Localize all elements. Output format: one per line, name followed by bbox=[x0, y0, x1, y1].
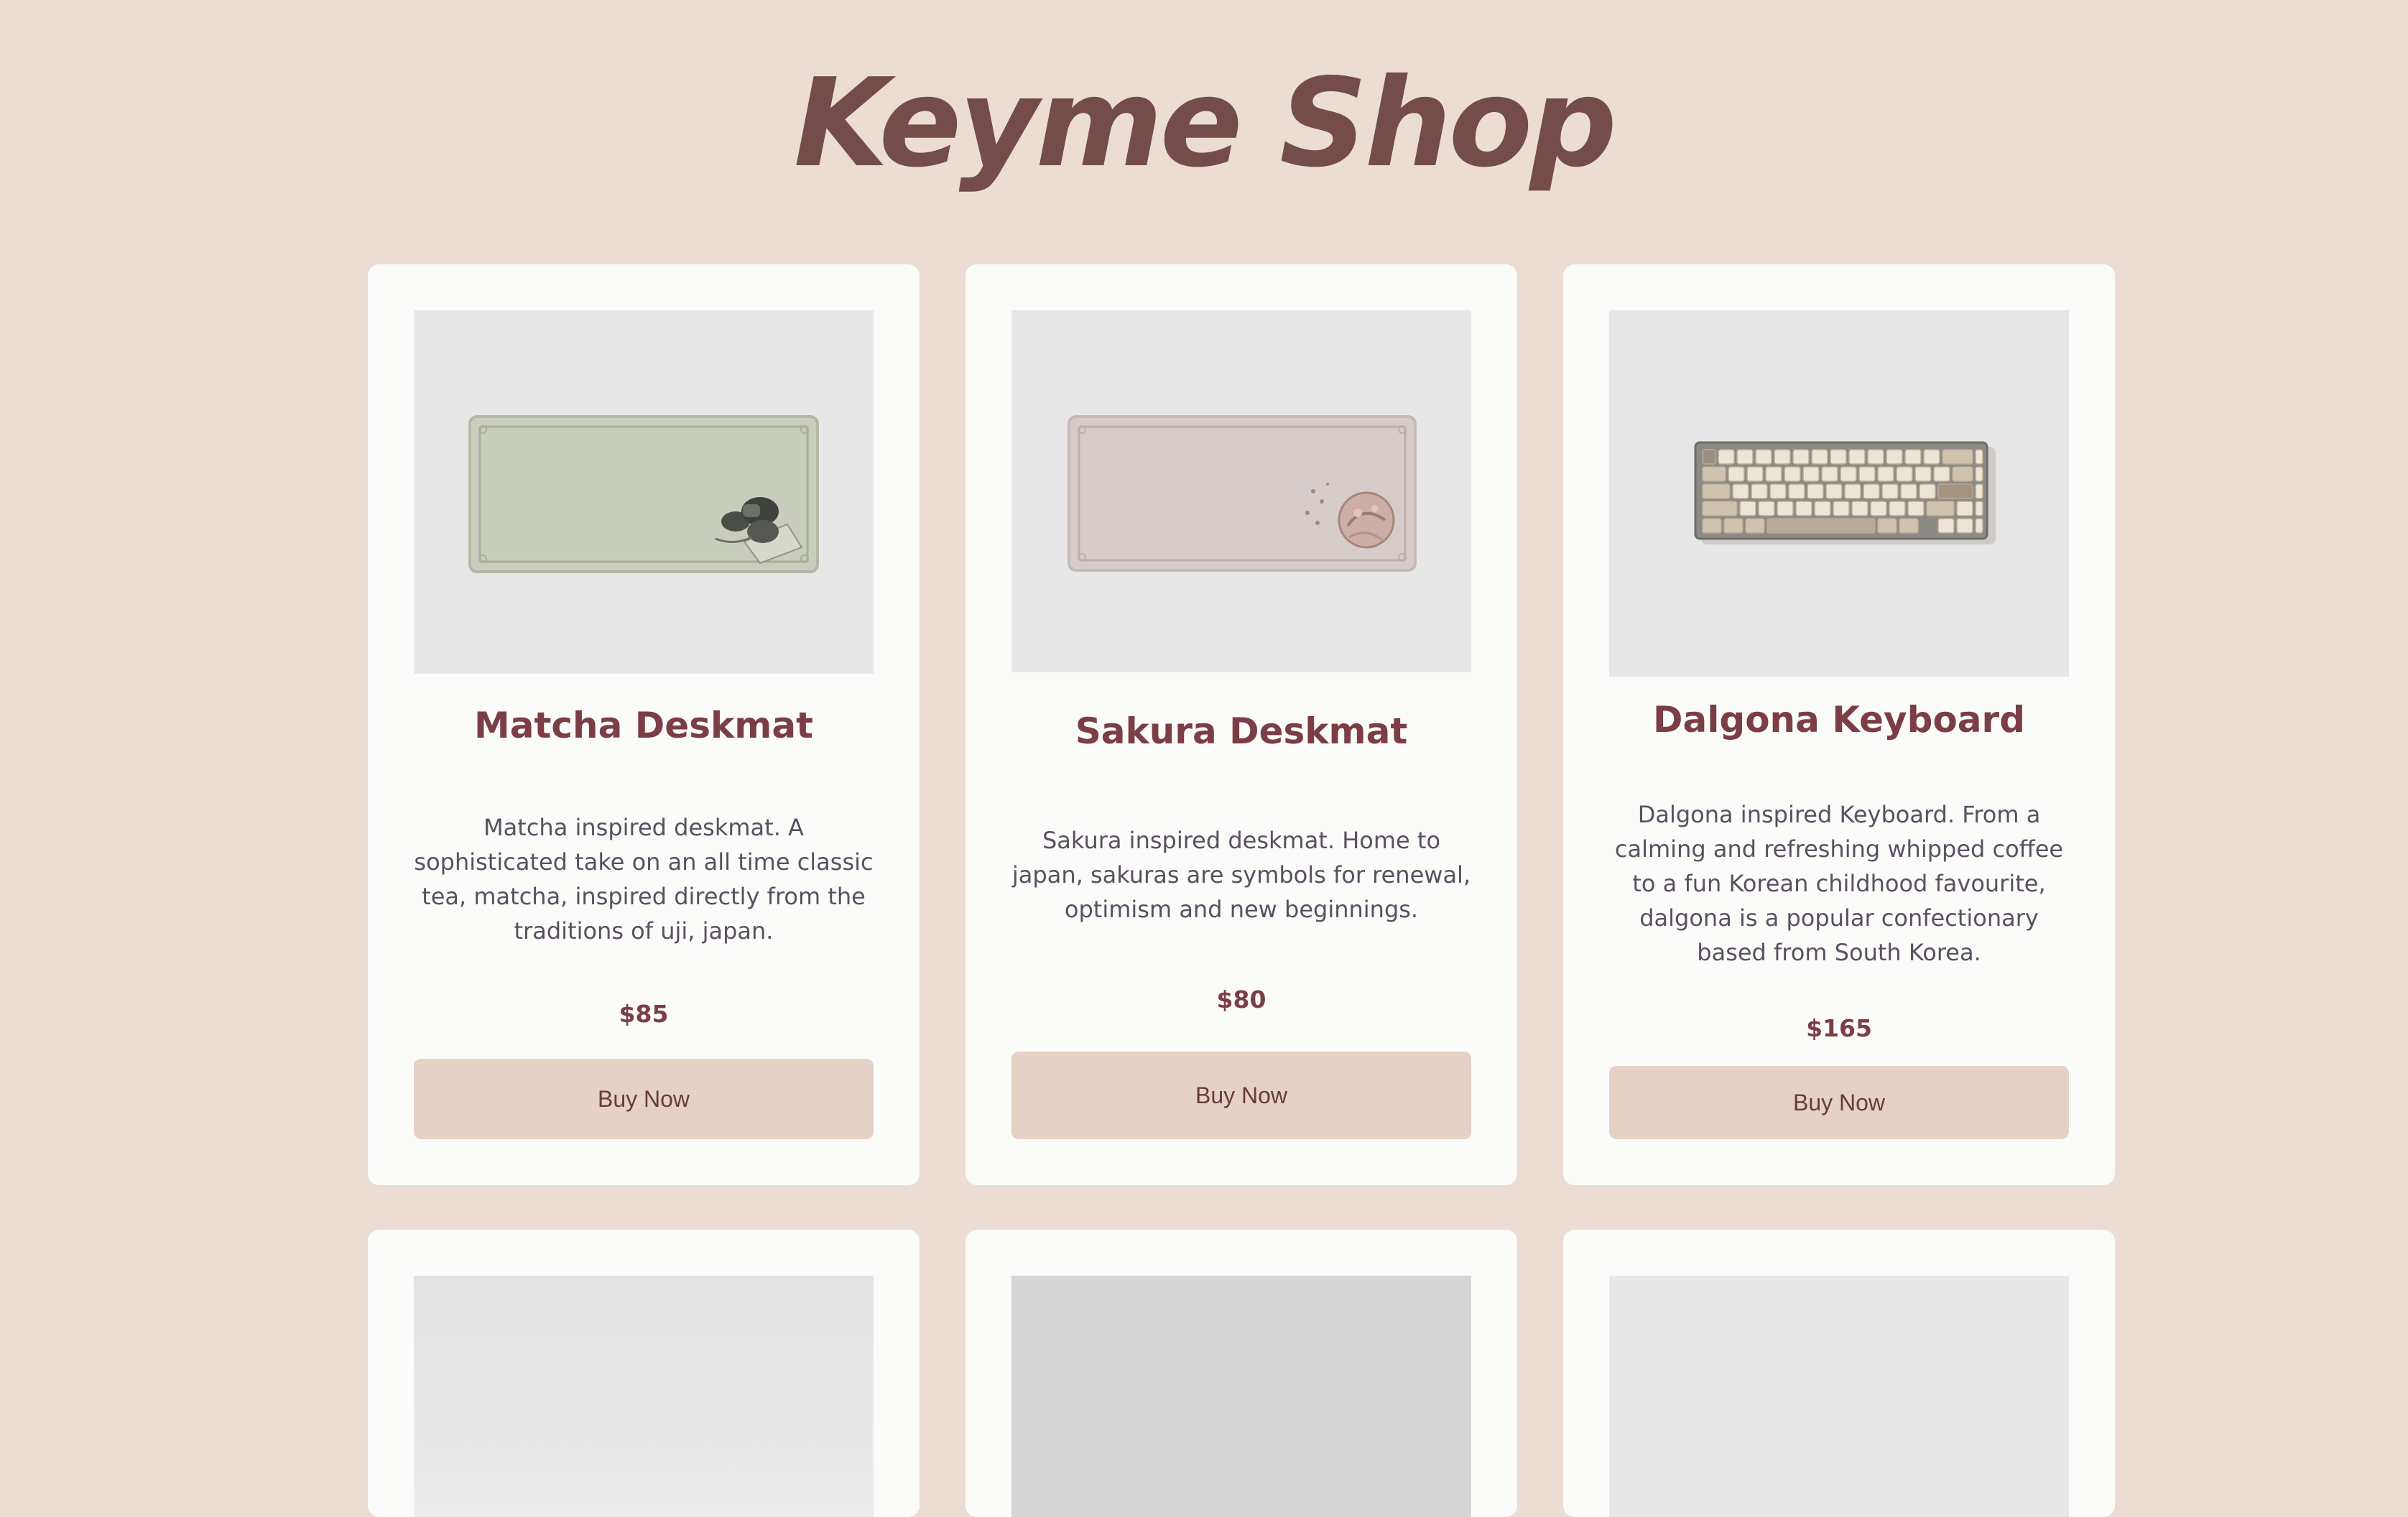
dalgona-keyboard-image bbox=[1694, 441, 1996, 544]
product-description: Matcha inspired deskmat. A sophisticated… bbox=[414, 814, 874, 945]
product-description: Dalgona inspired Keyboard. From a calmin… bbox=[1614, 801, 2064, 966]
site-title: Keyme Shop bbox=[793, 52, 1617, 195]
product-card bbox=[1563, 1230, 2115, 1517]
matcha-deskmat-image bbox=[468, 415, 819, 573]
product-image-dalgona bbox=[1609, 310, 2069, 677]
product-image-sakura bbox=[1011, 310, 1471, 672]
sakura-deskmat-image bbox=[1068, 415, 1417, 572]
product-image bbox=[1609, 1276, 2069, 1517]
product-card-sakura: Sakura Deskmat Sakura inspired deskmat. … bbox=[965, 264, 1517, 1185]
buy-now-button[interactable]: Buy Now bbox=[414, 1059, 874, 1139]
product-card bbox=[368, 1230, 920, 1517]
product-price: $85 bbox=[619, 1000, 669, 1028]
product-price: $165 bbox=[1806, 1014, 1872, 1042]
product-title: Dalgona Keyboard bbox=[1653, 699, 2025, 741]
product-image-matcha bbox=[414, 310, 874, 674]
product-card-matcha: Matcha Deskmat Matcha inspired deskmat. … bbox=[368, 264, 920, 1185]
product-card-dalgona: Dalgona Keyboard Dalgona inspired Keyboa… bbox=[1563, 264, 2115, 1185]
product-image bbox=[1011, 1276, 1471, 1517]
product-title: Matcha Deskmat bbox=[474, 705, 813, 746]
buy-now-button[interactable]: Buy Now bbox=[1011, 1052, 1471, 1139]
product-title: Sakura Deskmat bbox=[1075, 710, 1408, 752]
product-card bbox=[965, 1230, 1517, 1517]
product-image bbox=[414, 1276, 874, 1517]
product-price: $80 bbox=[1216, 985, 1266, 1013]
buy-now-button[interactable]: Buy Now bbox=[1609, 1066, 2069, 1139]
product-description: Sakura inspired deskmat. Home to japan, … bbox=[1011, 827, 1471, 923]
